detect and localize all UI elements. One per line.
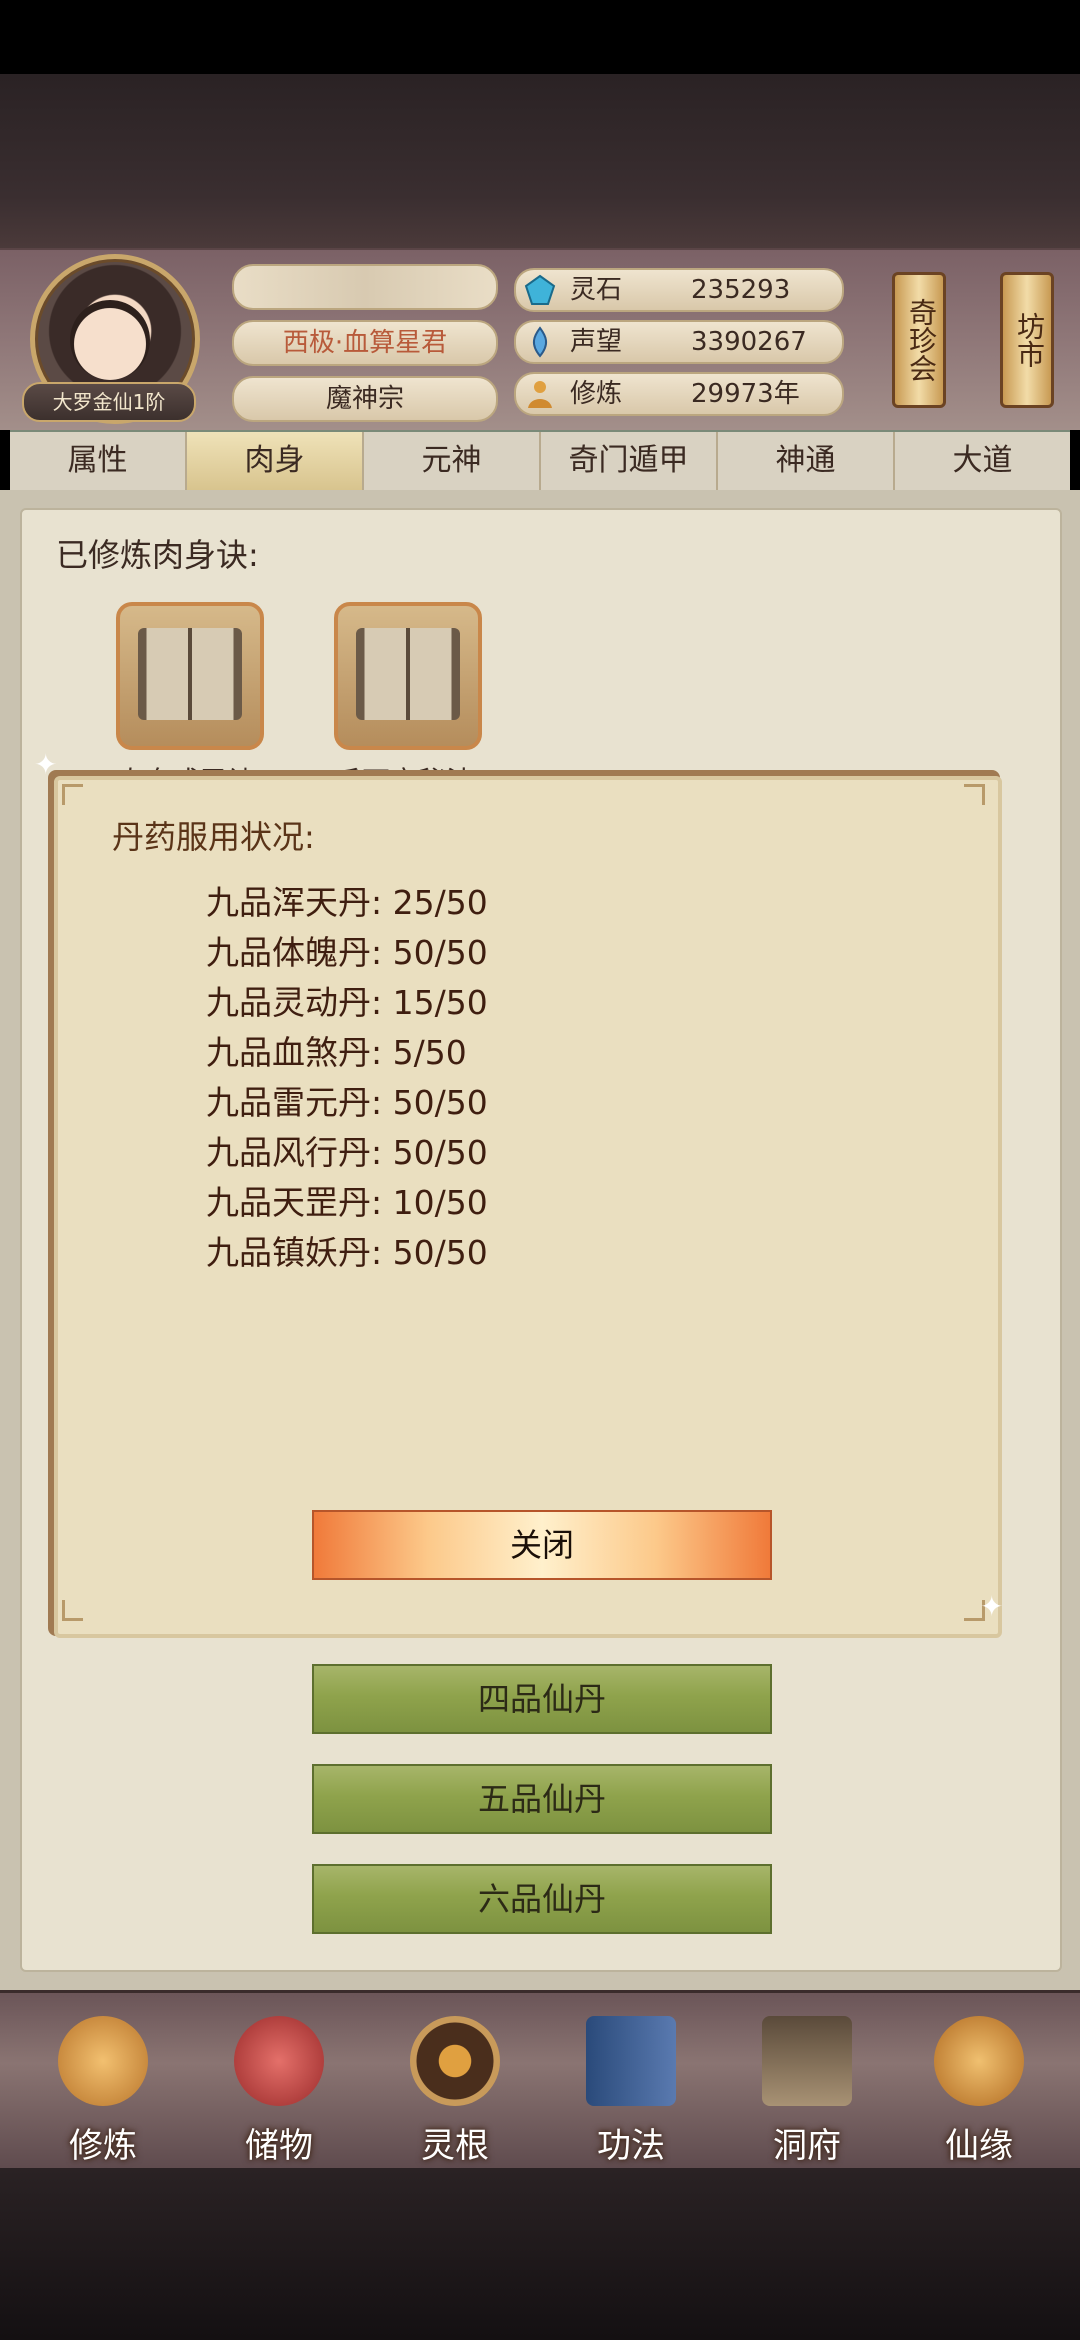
tab-attributes[interactable]: 属性 (10, 432, 187, 490)
potion-row: 九品风行丹: 50/50 (206, 1133, 488, 1172)
nav-spirit-root[interactable]: 灵根 (380, 1998, 530, 2168)
body-technique-book-1[interactable] (116, 602, 264, 750)
dialog-corner (62, 1600, 83, 1621)
spirit-stone-icon (524, 274, 556, 305)
top-banner-background (0, 74, 1080, 249)
tab-spirit[interactable]: 元神 (364, 432, 541, 490)
potion-row: 九品浑天丹: 25/50 (206, 883, 488, 922)
potion-row: 九品体魄丹: 50/50 (206, 933, 488, 972)
potion-row: 九品灵动丹: 15/50 (206, 983, 488, 1022)
butterfly-icon: ✦ (980, 1590, 1004, 1623)
potion-status: 50/50 (392, 933, 488, 972)
pill-grade-4-button[interactable]: 四品仙丹 (312, 1664, 772, 1734)
dialog-corner (62, 784, 83, 805)
potion-name: 九品体魄丹 (206, 933, 371, 972)
tab-bar: 属性 肉身 元神 奇门遁甲 神通 大道 (10, 430, 1070, 492)
nav-technique[interactable]: 功法 (556, 1998, 706, 2168)
nav-destiny[interactable]: 仙缘 (904, 1998, 1054, 2168)
potion-status: 25/50 (392, 883, 488, 922)
player-sect: 魔神宗 (232, 376, 498, 422)
potion-name: 九品天罡丹 (206, 1183, 371, 1222)
potion-name: 九品雷元丹 (206, 1083, 371, 1122)
section-title: 已修炼肉身诀: (56, 536, 259, 574)
pill-grade-5-button[interactable]: 五品仙丹 (312, 1764, 772, 1834)
potion-name: 九品血煞丹 (206, 1033, 371, 1072)
gourd-icon (934, 2016, 1024, 2106)
tab-qimen[interactable]: 奇门遁甲 (541, 432, 718, 490)
prestige-icon (533, 326, 547, 358)
book-icon (356, 628, 460, 720)
nav-label: 功法 (597, 2126, 665, 2166)
potion-name: 九品镇妖丹 (206, 1233, 371, 1272)
stat-value: 29973年 (691, 379, 800, 409)
potion-row: 九品天罡丹: 10/50 (206, 1183, 488, 1222)
nav-label: 仙缘 (945, 2126, 1013, 2166)
potion-row: 九品镇妖丹: 50/50 (206, 1233, 488, 1272)
potion-status: 5/50 (392, 1033, 467, 1072)
potion-name: 九品浑天丹 (206, 883, 371, 922)
spirit-root-icon (410, 2016, 500, 2106)
nav-label: 修炼 (69, 2126, 137, 2166)
nav-cave[interactable]: 洞府 (732, 1998, 882, 2168)
stat-label: 灵石 (570, 275, 623, 305)
stat-spirit-stone: 灵石 235293 (514, 268, 844, 312)
cave-dwelling-icon (762, 2016, 852, 2106)
stat-value: 3390267 (691, 327, 807, 357)
tab-divine-powers[interactable]: 神通 (718, 432, 895, 490)
nav-storage[interactable]: 储物 (204, 1998, 354, 2168)
potion-status: 50/50 (392, 1083, 488, 1122)
stat-label: 声望 (570, 327, 623, 357)
potion-status: 50/50 (392, 1133, 488, 1172)
tab-dao[interactable]: 大道 (895, 432, 1070, 490)
potion-name: 九品风行丹 (206, 1133, 371, 1172)
treasure-fair-button[interactable]: 奇珍会 (892, 272, 946, 408)
bottom-shade (0, 2168, 1080, 2340)
pill-status-dialog (54, 776, 1002, 1638)
nav-label: 储物 (245, 2126, 313, 2166)
pill-grade-6-button[interactable]: 六品仙丹 (312, 1864, 772, 1934)
tab-body[interactable]: 肉身 (187, 432, 364, 490)
stat-value: 235293 (691, 275, 791, 305)
cultivation-icon (528, 381, 552, 408)
potion-row: 九品雷元丹: 50/50 (206, 1083, 488, 1122)
avatar-face (70, 300, 150, 380)
nav-cultivate[interactable]: 修炼 (28, 1998, 178, 2168)
stat-cultivation: 修炼 29973年 (514, 372, 844, 416)
nav-label: 灵根 (421, 2126, 489, 2166)
dialog-title: 丹药服用状况: (112, 818, 315, 856)
market-button[interactable]: 坊市 (1000, 272, 1054, 408)
player-name-field (232, 264, 498, 310)
dialog-corner (964, 784, 985, 805)
technique-book-icon (586, 2016, 676, 2106)
player-title: 西极·血算星君 (232, 320, 498, 366)
potion-status: 15/50 (392, 983, 488, 1022)
stat-label: 修炼 (570, 379, 623, 409)
rank-badge: 大罗金仙1阶 (22, 382, 196, 422)
book-icon (138, 628, 242, 720)
cultivate-icon (58, 2016, 148, 2106)
storage-bag-icon (234, 2016, 324, 2106)
close-button[interactable]: 关闭 (312, 1510, 772, 1580)
butterfly-icon: ✦ (34, 748, 58, 781)
potion-status: 10/50 (392, 1183, 488, 1222)
potion-name: 九品灵动丹 (206, 983, 371, 1022)
potion-status: 50/50 (392, 1233, 488, 1272)
nav-label: 洞府 (773, 2126, 841, 2166)
body-technique-book-2[interactable] (334, 602, 482, 750)
potion-row: 九品血煞丹: 5/50 (206, 1033, 467, 1072)
stat-prestige: 声望 3390267 (514, 320, 844, 364)
